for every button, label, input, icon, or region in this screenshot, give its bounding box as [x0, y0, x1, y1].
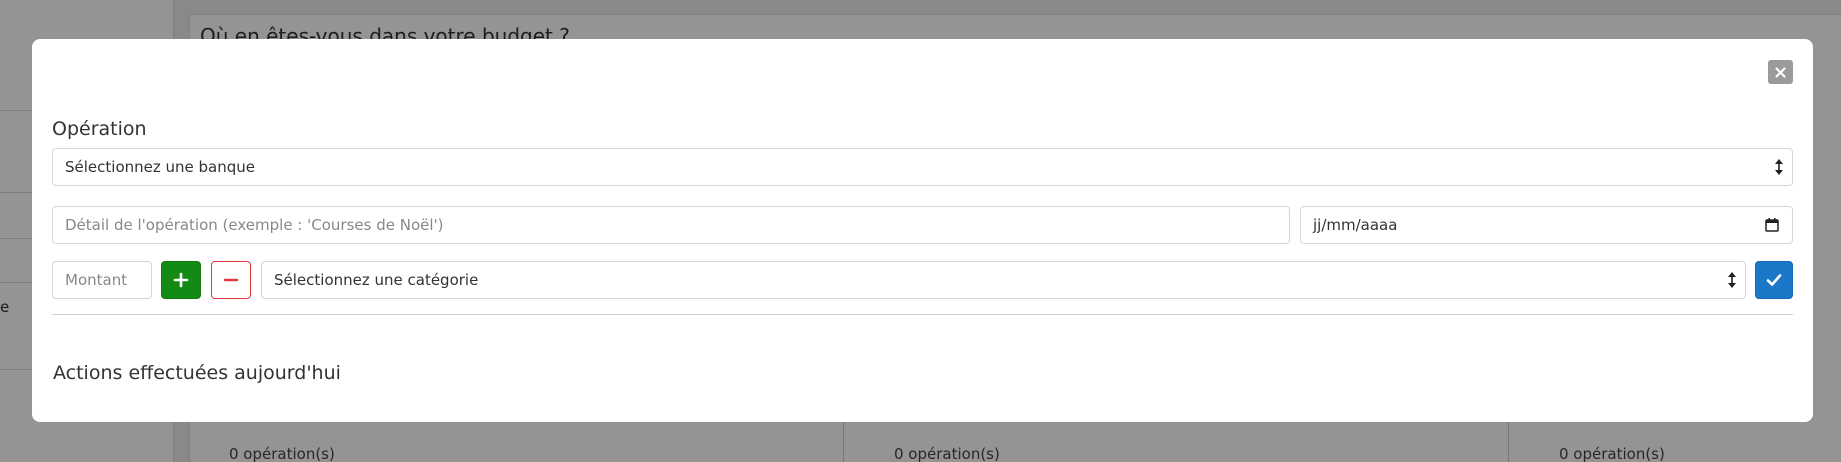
check-icon [1766, 274, 1782, 286]
amount-input[interactable]: Montant [52, 261, 152, 299]
bank-select-value: Sélectionnez une banque [65, 158, 255, 176]
operation-detail-placeholder: Détail de l'opération (exemple : 'Course… [65, 216, 444, 234]
select-updown-icon [1775, 159, 1783, 175]
submit-operation-button[interactable] [1755, 261, 1793, 299]
actions-today-heading: Actions effectuées aujourd'hui [53, 362, 341, 384]
date-placeholder: jj/mm/aaaa [1313, 216, 1398, 234]
amount-placeholder: Montant [65, 271, 128, 289]
category-select[interactable]: Sélectionnez une catégorie [261, 261, 1746, 299]
category-select-value: Sélectionnez une catégorie [274, 271, 479, 289]
modal-title: Opération [52, 118, 147, 140]
plus-icon [173, 272, 189, 288]
credit-plus-button[interactable] [161, 261, 201, 299]
operation-detail-input[interactable]: Détail de l'opération (exemple : 'Course… [52, 206, 1290, 244]
operation-modal: Opération Sélectionnez une banque Détail… [32, 39, 1813, 422]
close-button[interactable] [1768, 60, 1793, 84]
bank-select[interactable]: Sélectionnez une banque [52, 148, 1793, 186]
modal-divider [52, 314, 1793, 315]
minus-icon [223, 278, 239, 282]
date-input[interactable]: jj/mm/aaaa [1300, 206, 1793, 244]
select-updown-icon [1728, 272, 1736, 288]
debit-minus-button[interactable] [211, 261, 251, 299]
calendar-icon[interactable] [1765, 218, 1779, 232]
close-icon [1775, 66, 1786, 78]
